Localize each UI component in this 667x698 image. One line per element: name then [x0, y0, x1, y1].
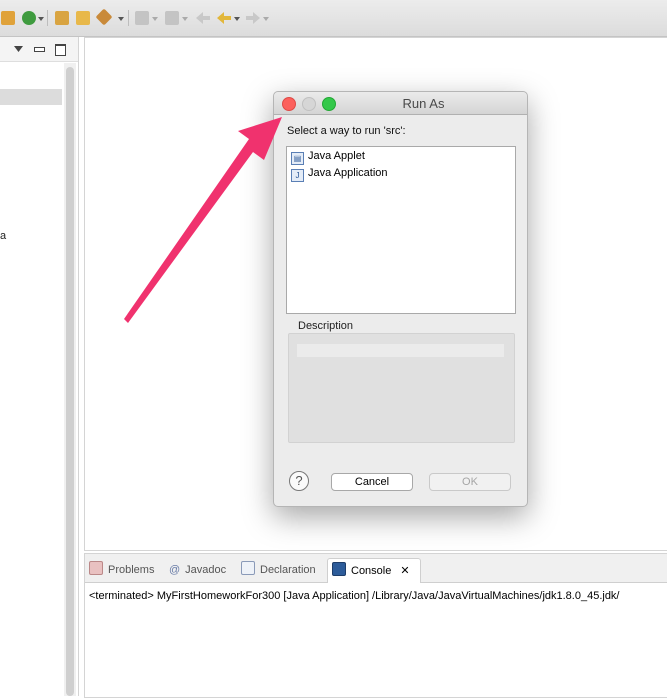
dialog-title-text: Run As — [402, 96, 445, 111]
new-package-icon[interactable] — [1, 11, 15, 25]
console-icon — [332, 562, 346, 576]
option-label: Java Application — [308, 167, 388, 179]
package-explorer: a — [0, 37, 79, 696]
help-icon[interactable]: ? — [289, 471, 309, 491]
tab-label: Problems — [108, 564, 155, 576]
list-item[interactable]: ▤ Java Applet — [291, 148, 365, 165]
maximize-view-icon[interactable] — [55, 44, 66, 56]
description-field — [297, 344, 504, 357]
console-output: <terminated> MyFirstHomeworkFor300 [Java… — [89, 590, 620, 602]
javadoc-icon: @ — [169, 564, 181, 576]
declaration-icon — [241, 561, 255, 575]
open-folder-icon[interactable] — [76, 11, 90, 25]
view-tabs: Problems @ Javadoc Declaration Console ✕ — [85, 554, 667, 583]
nav-back-icon[interactable] — [217, 12, 231, 24]
package-explorer-header — [0, 37, 78, 62]
scrollbar-thumb[interactable] — [66, 67, 74, 696]
prev-annotation-icon[interactable] — [165, 11, 179, 25]
minimize-view-icon[interactable] — [34, 47, 45, 52]
run-as-dialog: Run As Select a way to run 'src': ▤ Java … — [273, 91, 528, 507]
java-applet-icon: ▤ — [291, 152, 304, 165]
next-annotation-dropdown-icon[interactable] — [152, 17, 158, 21]
back-icon[interactable] — [196, 12, 210, 24]
run-config-dropdown-icon[interactable] — [38, 17, 44, 21]
java-application-icon: J — [291, 169, 304, 182]
next-annotation-icon[interactable] — [135, 11, 149, 25]
toolbar-separator — [128, 10, 129, 26]
description-box — [288, 333, 515, 443]
prev-annotation-dropdown-icon[interactable] — [182, 17, 188, 21]
launch-options-list[interactable]: ▤ Java Applet J Java Application — [286, 146, 516, 314]
open-type-icon[interactable] — [55, 11, 69, 25]
nav-back-dropdown-icon[interactable] — [234, 17, 240, 21]
run-prompt: Select a way to run 'src': — [287, 125, 406, 137]
ok-button[interactable]: OK — [429, 473, 511, 491]
search-icon[interactable] — [95, 8, 113, 26]
dialog-title: Run As — [274, 96, 527, 111]
main-toolbar — [0, 0, 667, 37]
tree-item-label[interactable]: a — [0, 230, 6, 242]
tab-console[interactable]: Console ✕ — [327, 558, 421, 583]
toolbar-separator — [47, 10, 48, 26]
selected-tree-item[interactable] — [0, 89, 62, 105]
view-menu-icon[interactable] — [14, 46, 23, 52]
tab-declaration[interactable]: Declaration — [241, 558, 316, 582]
forward-dropdown-icon[interactable] — [263, 17, 269, 21]
dialog-titlebar[interactable]: Run As — [274, 92, 527, 115]
tab-javadoc[interactable]: @ Javadoc — [169, 558, 226, 582]
cancel-button[interactable]: Cancel — [331, 473, 413, 491]
bottom-views: Problems @ Javadoc Declaration Console ✕ … — [84, 553, 667, 698]
option-label: Java Applet — [308, 150, 365, 162]
tab-label: Declaration — [260, 564, 316, 576]
tab-problems[interactable]: Problems — [89, 558, 154, 582]
tab-label: Console — [351, 565, 392, 577]
run-config-icon[interactable] — [22, 11, 36, 25]
close-icon[interactable]: ✕ — [400, 565, 409, 577]
search-dropdown-icon[interactable] — [118, 17, 124, 21]
list-item[interactable]: J Java Application — [291, 165, 388, 182]
tab-label: Javadoc — [185, 564, 227, 576]
forward-icon[interactable] — [246, 12, 260, 24]
problems-icon — [89, 561, 103, 575]
description-label: Description — [298, 320, 354, 332]
